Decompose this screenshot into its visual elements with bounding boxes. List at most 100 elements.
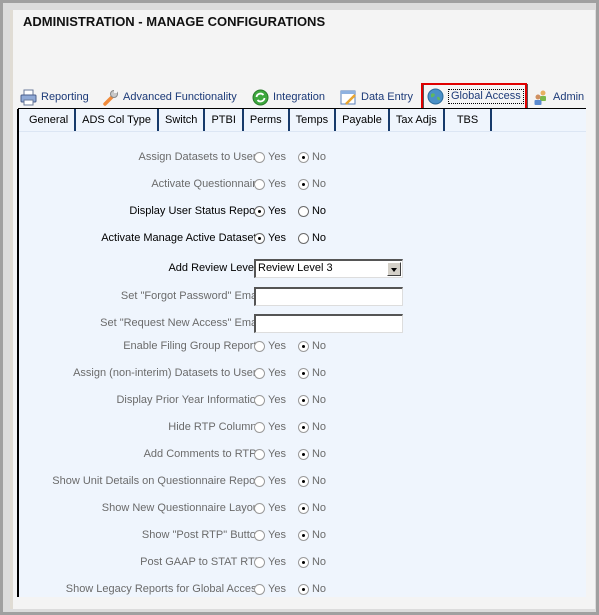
setting-label: Display Prior Year Information bbox=[116, 394, 262, 406]
radio-no[interactable]: No bbox=[297, 502, 326, 514]
subtab-general[interactable]: General bbox=[19, 109, 77, 131]
radio-button-yes[interactable] bbox=[254, 556, 265, 568]
radio-group: Yes No bbox=[254, 340, 338, 352]
radio-no[interactable]: No bbox=[297, 394, 326, 406]
radio-button-no[interactable] bbox=[297, 367, 309, 379]
radio-button-yes[interactable] bbox=[254, 151, 265, 163]
radio-label-yes: Yes bbox=[268, 232, 286, 244]
setting-label: Activate Manage Active Datasets bbox=[101, 232, 262, 244]
radio-no[interactable]: No bbox=[297, 529, 327, 541]
radio-yes[interactable]: Yes bbox=[254, 367, 286, 379]
radio-no[interactable]: No bbox=[297, 151, 326, 163]
general-settings-panel: General ADS Col Type Switch PTBI Perms T… bbox=[17, 109, 586, 597]
radio-button-yes[interactable] bbox=[254, 583, 265, 595]
tab-integration[interactable]: Integration bbox=[252, 86, 325, 108]
radio-button-yes[interactable] bbox=[254, 394, 265, 406]
setting-label: Set "Request New Access" Email bbox=[100, 317, 262, 329]
setting-row: Activate Manage Active Datasets Yes No bbox=[19, 229, 586, 247]
radio-button-yes[interactable] bbox=[254, 502, 265, 514]
radio-yes[interactable]: Yes bbox=[254, 178, 286, 190]
subtab-ads-col-type[interactable]: ADS Col Type bbox=[76, 109, 160, 131]
radio-label-no: No bbox=[311, 178, 327, 190]
radio-no[interactable]: No bbox=[297, 205, 326, 217]
radio-button-no[interactable] bbox=[297, 502, 309, 514]
radio-no[interactable]: No bbox=[297, 232, 326, 244]
subtab-temps[interactable]: Temps bbox=[290, 109, 337, 131]
subtab-payable[interactable]: Payable bbox=[336, 109, 390, 131]
radio-button-yes[interactable] bbox=[254, 448, 265, 460]
subtab-tax-adjs[interactable]: Tax Adjs bbox=[390, 109, 445, 131]
setting-label: Show "Post RTP" Button bbox=[141, 529, 262, 541]
radio-button-no[interactable] bbox=[297, 448, 309, 460]
tab-global-access[interactable]: Global Access bbox=[423, 84, 528, 108]
setting-label: Set "Forgot Password" Email bbox=[120, 290, 262, 302]
form-pencil-icon bbox=[340, 89, 357, 106]
setting-row: Hide RTP Columns Yes No bbox=[19, 418, 586, 436]
radio-no[interactable]: No bbox=[297, 556, 326, 568]
radio-button-no[interactable] bbox=[297, 556, 309, 568]
radio-yes[interactable]: Yes bbox=[254, 556, 286, 568]
radio-yes[interactable]: Yes bbox=[254, 232, 286, 244]
tab-data-entry[interactable]: Data Entry bbox=[340, 86, 413, 108]
radio-button-no[interactable] bbox=[297, 394, 309, 406]
radio-button-no[interactable] bbox=[297, 151, 309, 163]
radio-no[interactable]: No bbox=[297, 367, 326, 379]
radio-button-yes[interactable] bbox=[254, 232, 265, 244]
radio-button-yes[interactable] bbox=[254, 178, 265, 190]
radio-label-no: No bbox=[311, 448, 327, 460]
radio-yes[interactable]: Yes bbox=[254, 475, 286, 487]
radio-button-yes[interactable] bbox=[254, 529, 265, 541]
setting-label: Assign (non-interim) Datasets to Users bbox=[73, 367, 262, 379]
radio-yes[interactable]: Yes bbox=[254, 394, 286, 406]
tab-admin[interactable]: Admin bbox=[532, 86, 584, 108]
radio-yes[interactable]: Yes bbox=[254, 340, 286, 352]
radio-yes[interactable]: Yes bbox=[254, 529, 286, 541]
radio-yes[interactable]: Yes bbox=[254, 448, 286, 460]
radio-button-yes[interactable] bbox=[254, 475, 265, 487]
setting-row: Display Prior Year Information Yes No bbox=[19, 391, 586, 409]
radio-yes[interactable]: Yes bbox=[254, 421, 286, 433]
tab-advanced-functionality[interactable]: Advanced Functionality bbox=[102, 86, 237, 108]
radio-no[interactable]: No bbox=[297, 448, 327, 460]
subtab-switch[interactable]: Switch bbox=[159, 109, 206, 131]
radio-label-yes: Yes bbox=[268, 178, 286, 190]
subtab-perms[interactable]: Perms bbox=[244, 109, 290, 131]
radio-group: Yes No bbox=[254, 502, 338, 514]
radio-button-yes[interactable] bbox=[254, 421, 265, 433]
radio-no[interactable]: No bbox=[297, 421, 326, 433]
forgot-password-email-input[interactable] bbox=[254, 286, 403, 306]
dropdown-value: Review Level 3 bbox=[258, 261, 333, 274]
chevron-down-icon[interactable] bbox=[387, 261, 401, 276]
setting-label: Show New Questionnaire Layout bbox=[101, 502, 262, 514]
radio-no[interactable]: No bbox=[297, 340, 326, 352]
setting-row: Show Unit Details on Questionnaire Repor… bbox=[19, 472, 586, 490]
radio-button-yes[interactable] bbox=[254, 367, 265, 379]
radio-button-yes[interactable] bbox=[254, 205, 265, 217]
radio-yes[interactable]: Yes bbox=[254, 502, 286, 514]
radio-button-no[interactable] bbox=[297, 583, 309, 595]
radio-button-no[interactable] bbox=[297, 232, 309, 244]
radio-button-no[interactable] bbox=[297, 205, 309, 217]
radio-no[interactable]: No bbox=[297, 475, 326, 487]
radio-yes[interactable]: Yes bbox=[254, 583, 286, 595]
refresh-icon bbox=[252, 89, 269, 106]
subtab-tbs[interactable]: TBS bbox=[445, 109, 493, 131]
radio-label-no: No bbox=[311, 529, 327, 541]
radio-button-no[interactable] bbox=[297, 340, 309, 352]
review-levels-dropdown[interactable]: Review Level 3 bbox=[254, 258, 403, 278]
radio-button-no[interactable] bbox=[297, 178, 309, 190]
subtab-ptbi[interactable]: PTBI bbox=[205, 109, 244, 131]
tab-reporting[interactable]: Reporting bbox=[20, 86, 89, 108]
request-access-email-input[interactable] bbox=[254, 313, 403, 333]
radio-button-yes[interactable] bbox=[254, 340, 265, 352]
radio-button-no[interactable] bbox=[297, 529, 309, 541]
radio-yes[interactable]: Yes bbox=[254, 151, 286, 163]
radio-yes[interactable]: Yes bbox=[254, 205, 286, 217]
radio-group: Yes No bbox=[254, 151, 338, 163]
radio-button-no[interactable] bbox=[297, 475, 309, 487]
setting-label: Add Comments to RTPs bbox=[143, 448, 262, 460]
radio-no[interactable]: No bbox=[297, 178, 327, 190]
radio-group: Yes No bbox=[254, 394, 338, 406]
radio-button-no[interactable] bbox=[297, 421, 309, 433]
radio-no[interactable]: No bbox=[297, 583, 326, 595]
